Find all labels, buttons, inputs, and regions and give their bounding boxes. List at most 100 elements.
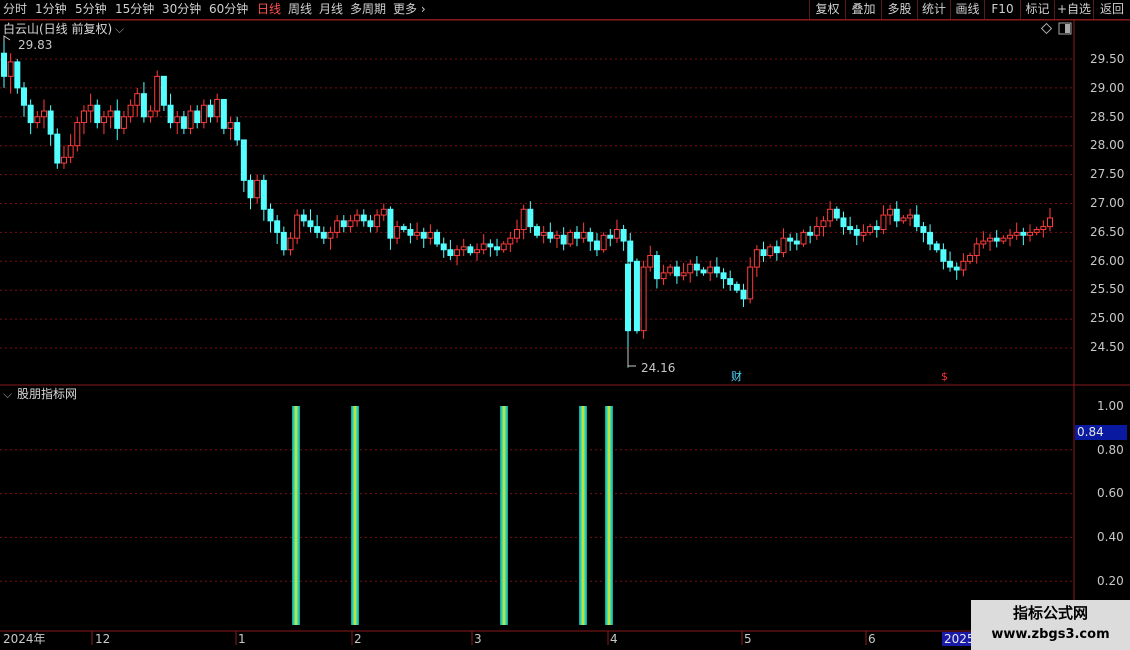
candle-body bbox=[160, 75, 167, 106]
candle-body bbox=[507, 237, 514, 245]
candle-body bbox=[60, 156, 67, 164]
candle-body bbox=[1007, 234, 1014, 239]
candle-body bbox=[254, 179, 261, 199]
candle-body bbox=[807, 231, 814, 236]
candle-body bbox=[607, 234, 614, 239]
candle-body bbox=[1, 52, 7, 77]
candle-body bbox=[640, 266, 647, 332]
candle-body bbox=[407, 229, 414, 236]
candle-body bbox=[920, 226, 927, 233]
candle-body bbox=[873, 226, 880, 231]
candle-body bbox=[1027, 231, 1034, 236]
watermark-logo: 指标公式网 www.zbgs3.com bbox=[971, 600, 1130, 650]
candle-body bbox=[514, 229, 521, 239]
candle-body bbox=[940, 249, 947, 262]
candle-body bbox=[207, 104, 214, 118]
candle-body bbox=[440, 243, 447, 251]
candle-body bbox=[187, 110, 194, 129]
candle-body bbox=[1047, 217, 1053, 228]
watermark-line2: www.zbgs3.com bbox=[991, 627, 1110, 642]
candle-body bbox=[127, 104, 134, 118]
candle-body bbox=[847, 226, 854, 231]
finance-marker[interactable]: 财 bbox=[731, 370, 742, 384]
y-tick-label: 24.50 bbox=[1090, 340, 1125, 354]
candle-body bbox=[360, 214, 367, 222]
candle-body bbox=[813, 226, 820, 236]
high-pointer-icon bbox=[3, 35, 11, 42]
candle-body bbox=[400, 226, 407, 231]
candle-body bbox=[134, 93, 141, 106]
watermark-line1: 指标公式网 bbox=[1012, 604, 1088, 622]
candle-body bbox=[34, 116, 41, 124]
ind-y-tick-label: 0.20 bbox=[1097, 574, 1124, 588]
candle-body bbox=[154, 75, 161, 112]
candle-body bbox=[620, 229, 627, 242]
candle-body bbox=[420, 231, 427, 239]
candle-body bbox=[580, 231, 587, 239]
indicator-panel-title: 股朋指标网 bbox=[17, 387, 78, 401]
candle-body bbox=[680, 272, 687, 277]
candle-body bbox=[713, 266, 720, 274]
candle-body bbox=[720, 272, 727, 280]
candle-body bbox=[533, 226, 540, 236]
candle-body bbox=[967, 255, 974, 262]
candle-body bbox=[334, 220, 341, 233]
candle-body bbox=[460, 246, 467, 251]
candle-body bbox=[887, 208, 894, 216]
candle-body bbox=[1013, 231, 1020, 236]
y-tick-label: 27.50 bbox=[1090, 167, 1125, 181]
candle-body bbox=[354, 214, 361, 222]
candle-body bbox=[647, 255, 654, 268]
panel-menu-chevron-icon[interactable]: ⌵ bbox=[115, 22, 124, 36]
candle-body bbox=[487, 243, 494, 248]
candle-body bbox=[200, 104, 207, 124]
candle-body bbox=[87, 104, 94, 112]
candle-body bbox=[787, 237, 794, 242]
x-axis-month-label: 12 bbox=[95, 632, 111, 646]
candle-body bbox=[20, 87, 27, 106]
candle-body bbox=[107, 110, 114, 118]
candle-body bbox=[307, 220, 314, 228]
x-axis-month-label: 4 bbox=[610, 632, 618, 646]
y-tick-label: 28.00 bbox=[1090, 138, 1125, 152]
candle-body bbox=[773, 246, 780, 254]
candle-body bbox=[700, 269, 707, 274]
candle-body bbox=[527, 208, 534, 228]
candle-body bbox=[733, 283, 740, 291]
candle-body bbox=[247, 179, 254, 199]
candle-body bbox=[727, 278, 734, 285]
candle-body bbox=[47, 110, 54, 135]
candle-body bbox=[573, 231, 580, 239]
candle-body bbox=[287, 237, 294, 251]
candle-body bbox=[740, 289, 747, 300]
candle-body bbox=[933, 243, 940, 251]
signal-bar bbox=[605, 406, 613, 625]
candle-body bbox=[973, 243, 980, 257]
candle-body bbox=[300, 214, 307, 222]
candle-body bbox=[540, 231, 547, 236]
kline-chart[interactable] bbox=[0, 0, 1130, 650]
candle-body bbox=[553, 234, 560, 239]
candle-body bbox=[667, 266, 674, 274]
dividend-marker[interactable]: $ bbox=[941, 370, 948, 384]
candle-body bbox=[427, 231, 434, 239]
candle-body bbox=[194, 110, 201, 124]
candle-body bbox=[274, 220, 281, 233]
candle-body bbox=[347, 220, 354, 228]
signal-bar bbox=[500, 406, 508, 625]
low-price-label: 24.16 bbox=[641, 361, 676, 375]
indicator-menu-chevron-icon[interactable]: ⌵ bbox=[3, 387, 12, 401]
candle-body bbox=[500, 243, 507, 251]
y-tick-label: 27.00 bbox=[1090, 196, 1125, 210]
candle-body bbox=[760, 249, 767, 257]
diamond-icon[interactable] bbox=[1040, 22, 1053, 35]
candle-body bbox=[907, 214, 914, 219]
candle-body bbox=[927, 231, 934, 245]
candle-body bbox=[767, 246, 774, 257]
candle-body bbox=[800, 231, 807, 245]
y-tick-label: 25.00 bbox=[1090, 311, 1125, 325]
signal-bar bbox=[292, 406, 300, 625]
candle-body bbox=[880, 214, 887, 231]
candle-body bbox=[7, 61, 14, 77]
candle-body bbox=[394, 226, 401, 239]
